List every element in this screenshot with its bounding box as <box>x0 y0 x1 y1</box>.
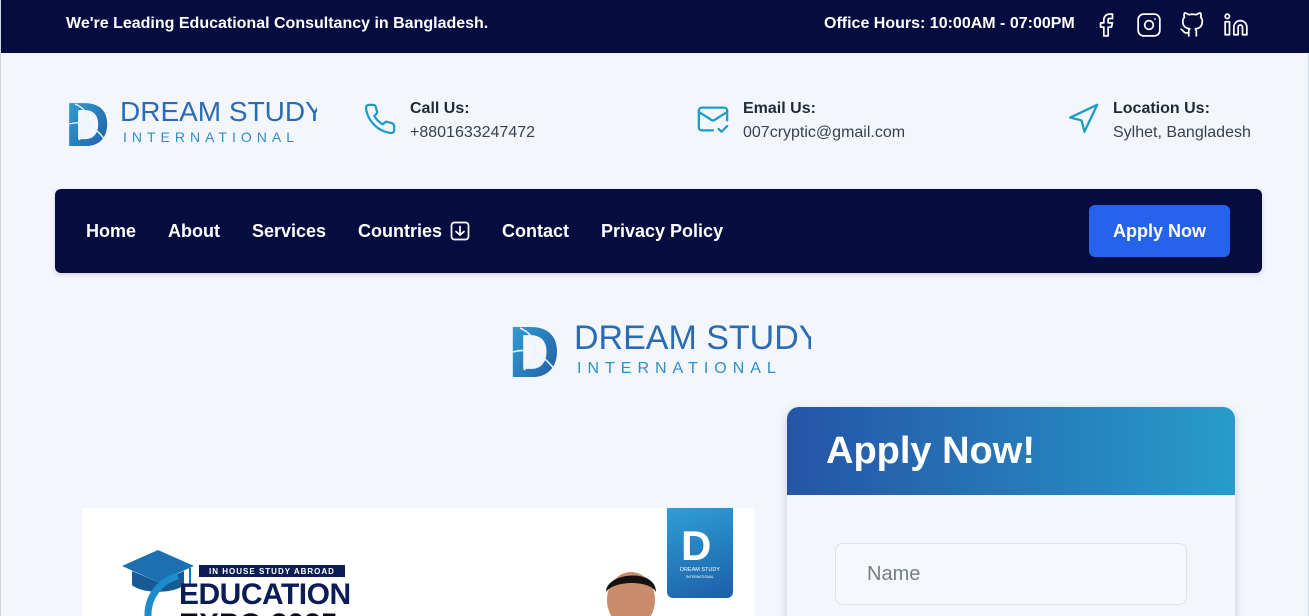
apply-form-header: Apply Now! <box>787 407 1235 495</box>
dropdown-arrow-icon[interactable] <box>450 221 470 241</box>
nav-item-about[interactable]: About <box>168 221 220 242</box>
logo-name-line1: DREAM STUDY <box>574 319 811 357</box>
linkedin-icon[interactable] <box>1222 11 1250 39</box>
expo-title-line2: EXPO 2025 <box>179 608 337 616</box>
nav-item-countries[interactable]: Countries <box>358 221 442 242</box>
nav-item-services[interactable]: Services <box>252 221 326 242</box>
office-hours: Office Hours: 10:00AM - 07:00PM <box>824 15 1075 32</box>
nav-item-contact[interactable]: Contact <box>502 221 569 242</box>
navigation-icon <box>1069 103 1099 133</box>
github-icon[interactable] <box>1178 11 1206 39</box>
contact-phone[interactable]: +8801633247472 <box>410 124 535 142</box>
facebook-icon[interactable] <box>1092 11 1120 39</box>
education-expo-banner: IN HOUSE STUDY ABROAD EDUCATION EXPO 202… <box>82 508 755 616</box>
nav-item-privacy-policy[interactable]: Privacy Policy <box>601 221 723 242</box>
nav-item-home[interactable]: Home <box>86 221 136 242</box>
expo-title-line1: EDUCATION <box>179 578 351 611</box>
badge-logo-letter: D <box>681 522 711 569</box>
tagline: We're Leading Educational Consultancy in… <box>66 15 489 32</box>
contact-title: Call Us: <box>410 100 470 117</box>
person-photo <box>606 572 656 616</box>
badge-line1: DREAM STUDY <box>680 567 720 573</box>
instagram-icon[interactable] <box>1135 11 1163 39</box>
phone-icon <box>364 103 396 135</box>
top-bar: We're Leading Educational Consultancy in… <box>1 0 1309 53</box>
mail-check-icon <box>697 106 729 133</box>
apply-form-card: Apply Now! <box>787 407 1235 616</box>
logo-name-line2: INTERNATIONAL <box>123 129 299 145</box>
apply-form-title: Apply Now! <box>826 430 1035 472</box>
main-nav: Home About Services Countries Contact Pr… <box>55 189 1262 273</box>
contact-title: Location Us: <box>1113 100 1210 117</box>
in-house-label: IN HOUSE STUDY ABROAD <box>199 565 345 577</box>
contact-location-value: Sylhet, Bangladesh <box>1113 124 1251 141</box>
brand-logo-large: D DREAM STUDY INTERNATIONAL <box>508 316 811 380</box>
logo-name-line1: DREAM STUDY <box>120 96 317 127</box>
logo-name-line2: INTERNATIONAL <box>577 360 782 377</box>
contact-email-value[interactable]: 007cryptic@gmail.com <box>743 124 905 142</box>
logo-letter: D <box>65 94 110 148</box>
logo-letter: D <box>508 316 560 380</box>
contact-title: Email Us: <box>743 100 816 117</box>
name-input[interactable] <box>835 543 1187 605</box>
promo-logo-badge: D DREAM STUDY INTERNATIONAL <box>667 508 733 598</box>
badge-line2: INTERNATIONAL <box>686 575 714 579</box>
brand-logo[interactable]: D DREAM STUDY INTERNATIONAL <box>65 94 317 148</box>
apply-now-button[interactable]: Apply Now <box>1089 205 1230 257</box>
